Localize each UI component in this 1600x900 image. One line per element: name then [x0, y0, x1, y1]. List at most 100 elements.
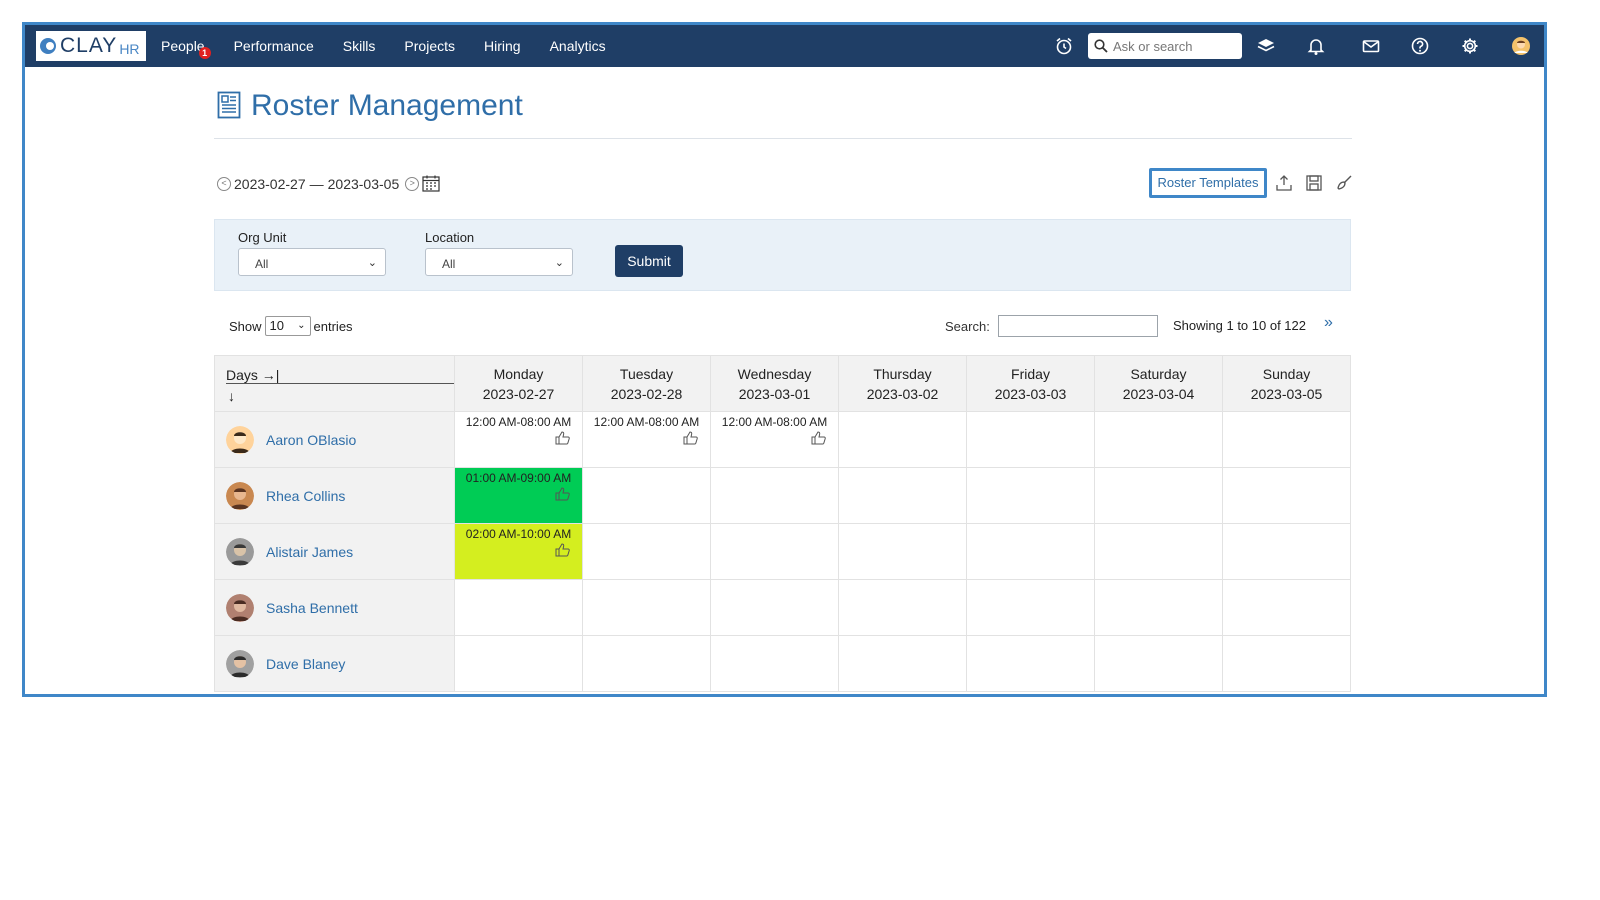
shift-cell[interactable]: 12:00 AM-08:00 AM	[582, 411, 711, 468]
alarm-icon[interactable]	[1054, 36, 1074, 56]
prev-week-button[interactable]: <	[217, 176, 231, 191]
empty-shift-cell[interactable]	[710, 579, 839, 636]
upload-icon[interactable]	[1275, 174, 1293, 192]
title-divider	[214, 138, 1352, 139]
empty-shift-cell[interactable]	[1094, 411, 1223, 468]
empty-shift-cell[interactable]	[1222, 635, 1351, 692]
table-row: Aaron OBlasio 12:00 AM-08:00 AM 12:00 AM-0…	[214, 411, 1351, 468]
empty-shift-cell[interactable]	[966, 467, 1095, 524]
empty-shift-cell[interactable]	[582, 523, 711, 580]
employee-avatar[interactable]	[226, 537, 254, 566]
save-icon[interactable]	[1305, 174, 1323, 192]
roster-templates-button[interactable]: Roster Templates	[1149, 168, 1267, 198]
shift-cell[interactable]: 12:00 AM-08:00 AM	[710, 411, 839, 468]
empty-shift-cell[interactable]	[1222, 467, 1351, 524]
chevron-down-icon: ⌄	[297, 320, 306, 331]
org-unit-select[interactable]: All ⌄	[238, 248, 386, 276]
empty-shift-cell[interactable]	[966, 411, 1095, 468]
logo-suffix: HR	[119, 40, 140, 57]
nav-skills[interactable]: Skills	[343, 38, 376, 54]
empty-shift-cell[interactable]	[838, 411, 967, 468]
empty-shift-cell[interactable]	[710, 635, 839, 692]
employee-info: Aaron OBlasio	[215, 425, 454, 454]
thumbs-up-icon[interactable]	[555, 487, 570, 501]
day-date: 2023-03-03	[994, 385, 1067, 402]
day-header: Wednesday 2023-03-01	[710, 355, 839, 412]
empty-shift-cell[interactable]	[1222, 411, 1351, 468]
shift-cell[interactable]: 02:00 AM-10:00 AM	[454, 523, 583, 580]
page-length-select[interactable]: 10 ⌄	[264, 316, 311, 336]
employee-name[interactable]: Alistair James	[266, 544, 353, 560]
global-search-input[interactable]	[1111, 37, 1235, 55]
day-name: Friday	[1011, 365, 1050, 382]
submit-button[interactable]: Submit	[615, 245, 683, 277]
empty-shift-cell[interactable]	[838, 635, 967, 692]
shift-cell[interactable]: 12:00 AM-08:00 AM	[454, 411, 583, 468]
empty-shift-cell[interactable]	[1222, 523, 1351, 580]
empty-shift-cell[interactable]	[838, 523, 967, 580]
empty-shift-cell[interactable]	[966, 579, 1095, 636]
nav-projects[interactable]: Projects	[404, 38, 455, 54]
empty-shift-cell[interactable]	[454, 635, 583, 692]
employee-name[interactable]: Rhea Collins	[266, 488, 345, 504]
page-length-value: 10	[269, 318, 284, 333]
thumbs-up-icon[interactable]	[555, 543, 570, 557]
nav-performance[interactable]: Performance	[234, 38, 314, 54]
nav-analytics[interactable]: Analytics	[550, 38, 606, 54]
user-avatar[interactable]	[1511, 36, 1531, 56]
employee-info: Sasha Bennett	[215, 593, 454, 622]
empty-shift-cell[interactable]	[838, 579, 967, 636]
empty-shift-cell[interactable]	[1222, 579, 1351, 636]
chevron-down-icon: ⌄	[554, 257, 564, 269]
day-date: 2023-02-27	[482, 385, 555, 402]
employee-cell: Dave Blaney	[214, 635, 455, 692]
empty-shift-cell[interactable]	[1094, 579, 1223, 636]
mail-icon[interactable]	[1361, 36, 1381, 56]
nav-hiring[interactable]: Hiring	[484, 38, 521, 54]
empty-shift-cell[interactable]	[838, 467, 967, 524]
global-search[interactable]	[1088, 33, 1242, 59]
employee-avatar[interactable]	[226, 425, 254, 454]
day-name: Thursday	[873, 365, 932, 382]
day-date: 2023-03-04	[1122, 385, 1195, 402]
thumbs-up-icon[interactable]	[683, 431, 698, 445]
employee-name[interactable]: Dave Blaney	[266, 656, 345, 672]
clayhr-logo[interactable]: CLAY HR	[36, 31, 146, 61]
bell-icon[interactable]	[1306, 36, 1326, 56]
empty-shift-cell[interactable]	[1094, 523, 1223, 580]
help-icon[interactable]	[1410, 36, 1430, 56]
empty-shift-cell[interactable]	[710, 467, 839, 524]
empty-shift-cell[interactable]	[582, 467, 711, 524]
nav-people[interactable]: People 1	[161, 38, 211, 59]
logo-text: CLAY	[60, 34, 118, 57]
next-page-button[interactable]: »	[1324, 314, 1333, 332]
location-select[interactable]: All ⌄	[425, 248, 573, 276]
empty-shift-cell[interactable]	[966, 635, 1095, 692]
empty-shift-cell[interactable]	[454, 579, 583, 636]
page-title: Roster Management	[251, 89, 523, 122]
empty-shift-cell[interactable]	[582, 635, 711, 692]
thumbs-up-icon[interactable]	[811, 431, 826, 445]
employee-name[interactable]: Sasha Bennett	[266, 600, 358, 616]
shift-cell[interactable]: 01:00 AM-09:00 AM	[454, 467, 583, 524]
employee-avatar[interactable]	[226, 649, 254, 678]
location-label: Location	[425, 230, 475, 245]
employee-avatar[interactable]	[226, 593, 254, 622]
calendar-icon[interactable]	[422, 175, 440, 192]
empty-shift-cell[interactable]	[1094, 635, 1223, 692]
layers-icon[interactable]	[1256, 36, 1276, 56]
table-row: Sasha Bennett	[214, 579, 1351, 636]
empty-shift-cell[interactable]	[710, 523, 839, 580]
empty-shift-cell[interactable]	[582, 579, 711, 636]
org-unit-value: All	[255, 257, 269, 271]
date-range-start: 2023-02-27	[234, 175, 306, 192]
table-search-input[interactable]	[998, 315, 1158, 337]
thumbs-up-icon[interactable]	[555, 431, 570, 445]
employee-avatar[interactable]	[226, 481, 254, 510]
next-week-button[interactable]: >	[405, 176, 420, 191]
gear-icon[interactable]	[1460, 36, 1480, 56]
clear-brush-icon[interactable]	[1335, 174, 1353, 192]
empty-shift-cell[interactable]	[1094, 467, 1223, 524]
employee-name[interactable]: Aaron OBlasio	[266, 432, 356, 448]
empty-shift-cell[interactable]	[966, 523, 1095, 580]
